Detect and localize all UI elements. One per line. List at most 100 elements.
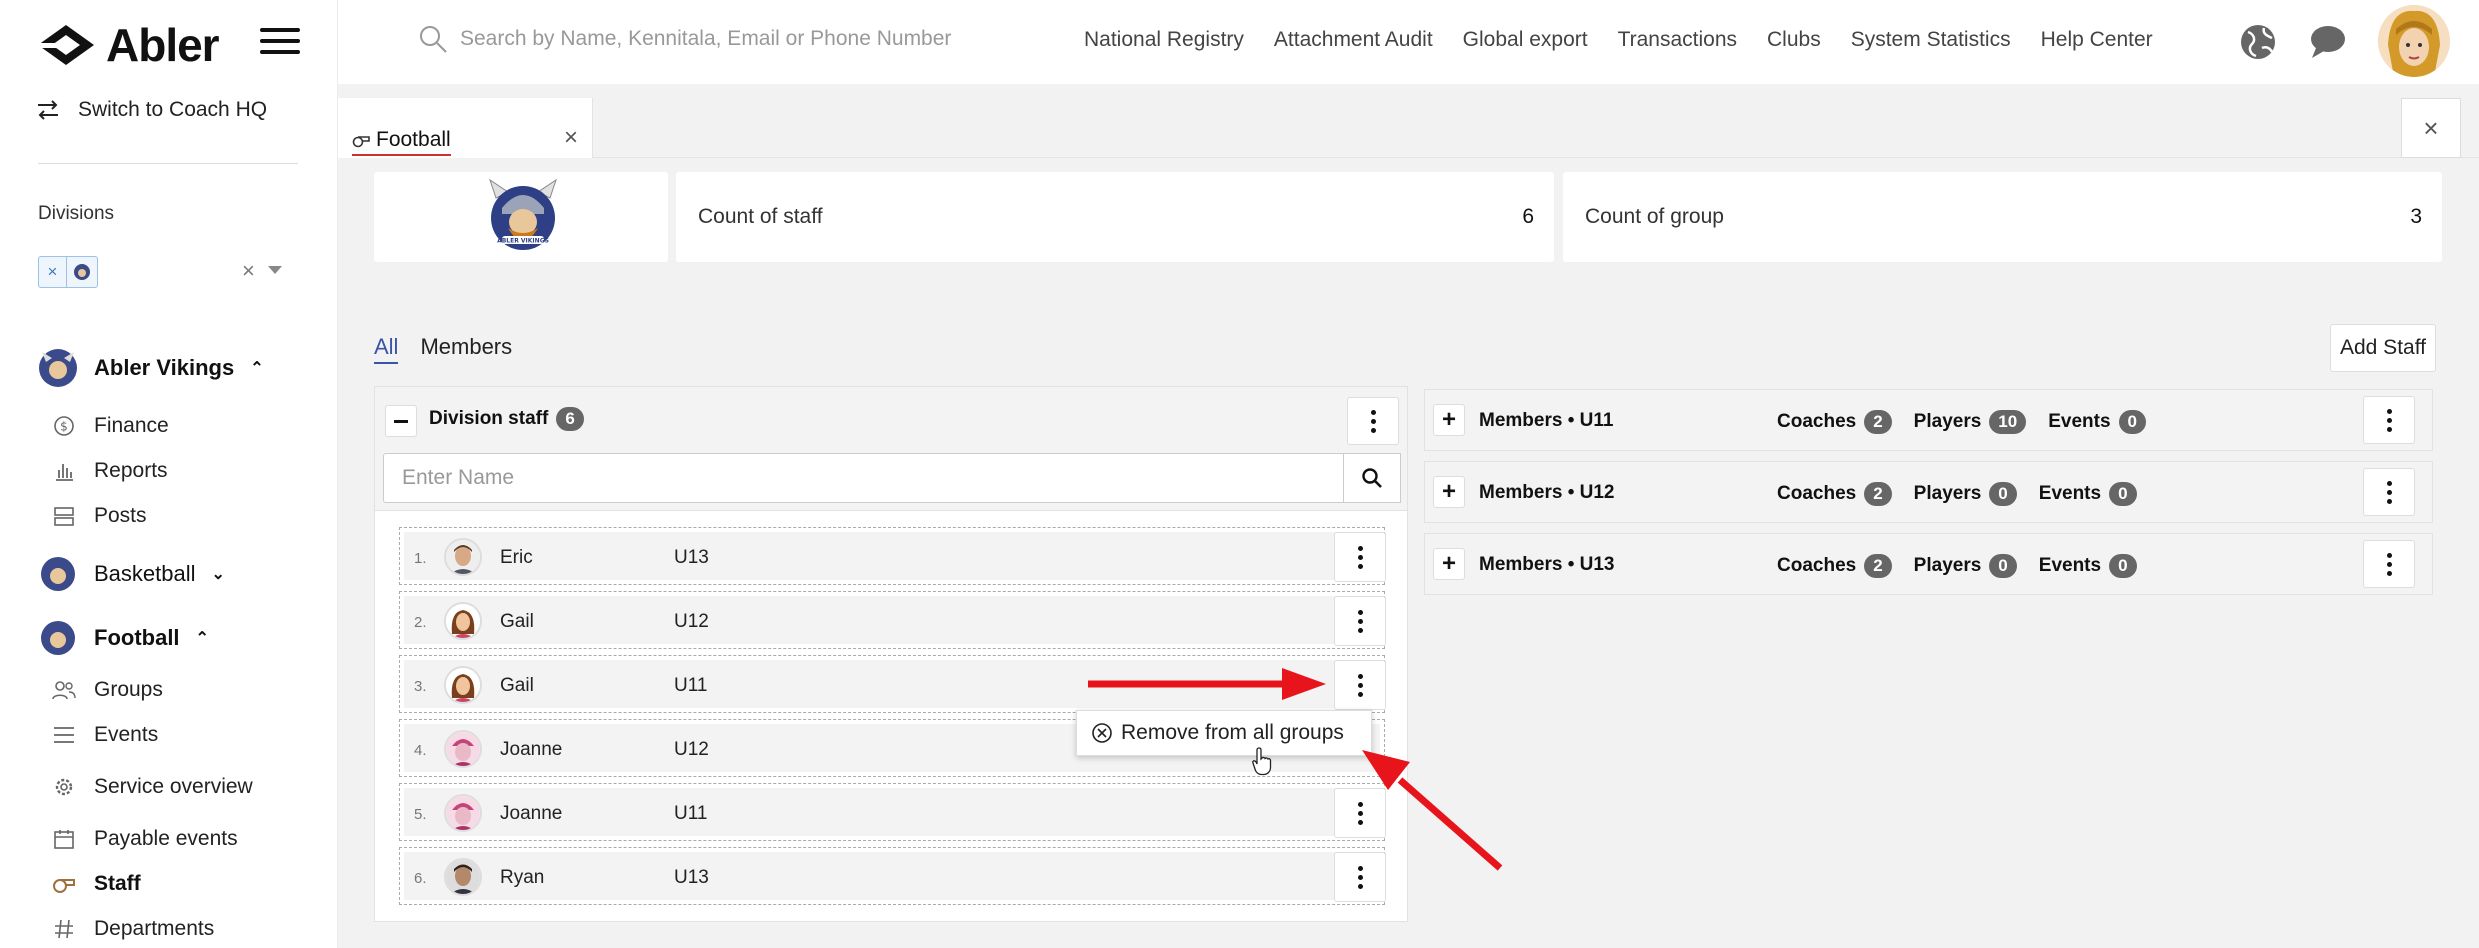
- nav-events[interactable]: Events: [52, 723, 158, 747]
- tab-close-icon[interactable]: ×: [564, 124, 578, 152]
- chip-remove-icon[interactable]: ×: [39, 257, 67, 287]
- staff-row[interactable]: 3. Gail U11: [399, 655, 1386, 713]
- nav-payable-events[interactable]: Payable events: [52, 827, 238, 851]
- chevron-down-icon[interactable]: [268, 266, 282, 274]
- row-menu-button[interactable]: [1334, 596, 1386, 646]
- row-menu-button[interactable]: [1334, 532, 1386, 582]
- staff-filter-tabs: All Members: [374, 334, 512, 364]
- coaches-count-badge: 2: [1864, 482, 1892, 506]
- group-menu-button[interactable]: [2363, 540, 2415, 588]
- topnav-system-statistics[interactable]: System Statistics: [1851, 28, 2011, 52]
- switch-to-coach-hq[interactable]: Switch to Coach HQ: [36, 98, 267, 122]
- group-stats: Coaches 2 Players 0 Events 0: [1777, 554, 2151, 578]
- groups-icon: [52, 678, 76, 702]
- chat-icon[interactable]: [2308, 22, 2348, 62]
- coaches-label: Coaches: [1777, 411, 1857, 432]
- staff-row[interactable]: 1. Eric U13: [399, 527, 1386, 585]
- avatar: [444, 538, 482, 576]
- switch-label: Switch to Coach HQ: [78, 98, 268, 121]
- nav-departments[interactable]: Departments: [52, 917, 214, 941]
- topnav-attachment-audit[interactable]: Attachment Audit: [1274, 28, 1433, 52]
- club-football[interactable]: Football ⌃: [38, 618, 209, 658]
- name-search-input[interactable]: Enter Name: [383, 453, 1345, 503]
- expand-plus-icon[interactable]: +: [1433, 476, 1465, 508]
- tab-football[interactable]: Football ×: [338, 98, 593, 158]
- divisions-select[interactable]: × ×: [38, 252, 290, 292]
- staff-group: U11: [674, 675, 708, 696]
- group-row-u11[interactable]: + Members • U11 Coaches 2 Players 10 Eve…: [1424, 389, 2433, 451]
- club-logo-card: ABLER VIKINGS: [374, 172, 668, 262]
- posts-icon: [52, 504, 76, 528]
- tab-all[interactable]: All: [374, 334, 399, 364]
- close-icon[interactable]: ×: [2401, 98, 2461, 158]
- row-menu-button[interactable]: [1334, 788, 1386, 838]
- nav-service-overview[interactable]: Service overview: [52, 775, 253, 799]
- expand-plus-icon[interactable]: +: [1433, 404, 1465, 436]
- topnav-transactions[interactable]: Transactions: [1618, 28, 1737, 52]
- sidebar: Abler Switch to Coach HQ Divisions × × A…: [0, 0, 338, 948]
- staff-group: U13: [674, 547, 709, 568]
- row-menu-button[interactable]: [1334, 660, 1386, 710]
- remove-circle-icon: [1092, 723, 1112, 743]
- club-name: Abler Vikings: [94, 355, 235, 380]
- group-stats: Coaches 2 Players 0 Events 0: [1777, 482, 2151, 506]
- tab-bar: Football × ×: [338, 84, 2479, 158]
- divisions-clear-icon[interactable]: ×: [242, 258, 255, 284]
- tab-members[interactable]: Members: [420, 334, 512, 364]
- expand-plus-icon[interactable]: +: [1433, 548, 1465, 580]
- nav-posts[interactable]: Posts: [52, 504, 147, 528]
- row-context-menu[interactable]: Remove from all groups: [1076, 710, 1372, 756]
- row-index: 5.: [414, 806, 427, 823]
- nav-reports[interactable]: Reports: [52, 459, 168, 483]
- collapse-button[interactable]: [385, 405, 417, 437]
- topnav-help-center[interactable]: Help Center: [2041, 28, 2153, 52]
- add-staff-button[interactable]: Add Staff: [2330, 324, 2436, 372]
- division-chip: ×: [38, 256, 98, 288]
- group-row-u12[interactable]: + Members • U12 Coaches 2 Players 0 Even…: [1424, 461, 2433, 523]
- group-menu-button[interactable]: [2363, 468, 2415, 516]
- vikings-logo-icon: [39, 349, 77, 387]
- division-staff-menu-button[interactable]: [1347, 397, 1399, 445]
- vikings-logo-icon: [41, 621, 75, 655]
- avatar: [444, 666, 482, 704]
- staff-row[interactable]: 2. Gail U12: [399, 591, 1386, 649]
- dollar-icon: $: [52, 414, 76, 438]
- staff-row[interactable]: 5. Joanne U11: [399, 783, 1386, 841]
- count-of-staff-card: Count of staff 6: [676, 172, 1554, 262]
- profile-avatar[interactable]: [2378, 5, 2450, 77]
- group-row-u13[interactable]: + Members • U13 Coaches 2 Players 0 Even…: [1424, 533, 2433, 595]
- hash-icon: [52, 917, 76, 941]
- topnav-global-export[interactable]: Global export: [1463, 28, 1588, 52]
- staff-group: U13: [674, 867, 709, 888]
- coaches-label: Coaches: [1777, 555, 1857, 576]
- players-count-badge: 0: [1989, 482, 2017, 506]
- events-count-badge: 0: [2109, 554, 2137, 578]
- row-menu-button[interactable]: [1334, 852, 1386, 902]
- sidebar-divider: [38, 163, 298, 164]
- club-name: Basketball: [94, 561, 196, 586]
- globe-icon[interactable]: [2238, 22, 2278, 62]
- search-input[interactable]: Search by Name, Kennitala, Email or Phon…: [460, 27, 951, 51]
- nav-staff[interactable]: Staff: [52, 872, 141, 896]
- group-menu-button[interactable]: [2363, 396, 2415, 444]
- logo-text: Abler: [106, 19, 220, 71]
- abler-logo[interactable]: Abler: [36, 18, 220, 72]
- nav-label: Finance: [94, 414, 169, 437]
- nav-groups[interactable]: Groups: [52, 678, 163, 702]
- division-staff-label: Division staff: [429, 408, 549, 429]
- staff-row[interactable]: 6. Ryan U13: [399, 847, 1386, 905]
- topnav-clubs[interactable]: Clubs: [1767, 28, 1821, 52]
- nav-label: Events: [94, 723, 159, 746]
- svg-text:ABLER VIKINGS: ABLER VIKINGS: [497, 238, 549, 245]
- global-search[interactable]: Search by Name, Kennitala, Email or Phon…: [418, 24, 951, 54]
- hamburger-menu-icon[interactable]: [260, 28, 300, 61]
- name-search-button[interactable]: [1343, 453, 1401, 503]
- events-label: Events: [2038, 555, 2102, 576]
- remove-from-all-groups-option[interactable]: Remove from all groups: [1121, 721, 1344, 745]
- topnav-national-registry[interactable]: National Registry: [1084, 28, 1244, 52]
- nav-finance[interactable]: $ Finance: [52, 414, 169, 438]
- coaches-count-badge: 2: [1864, 554, 1892, 578]
- division-staff-count-badge: 6: [556, 407, 584, 431]
- club-abler-vikings[interactable]: Abler Vikings ⌃: [38, 348, 264, 388]
- club-basketball[interactable]: Basketball ⌄: [38, 554, 225, 594]
